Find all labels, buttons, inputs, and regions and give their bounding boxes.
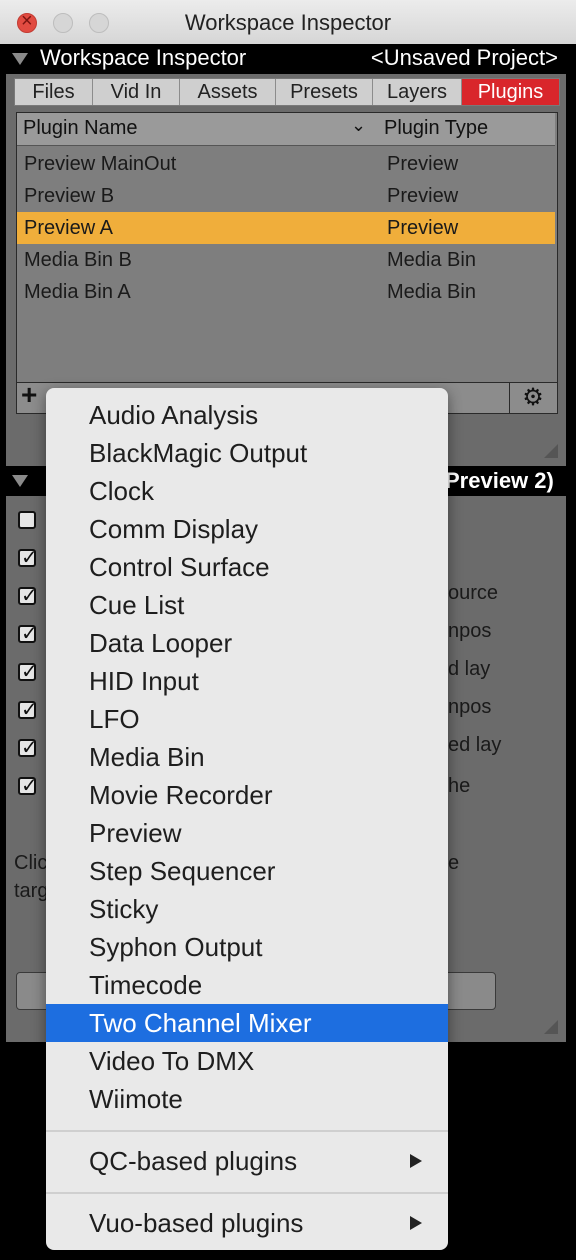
option-checkbox[interactable] [18, 545, 38, 570]
menu-item-audio-analysis[interactable]: Audio Analysis [46, 396, 448, 434]
option-label-fragment: ource [448, 582, 499, 604]
table-row[interactable]: Media Bin B Media Bin [17, 244, 555, 276]
menu-item-movie-recorder[interactable]: Movie Recorder [46, 776, 448, 814]
project-name: <Unsaved Project> [370, 45, 558, 70]
row-plugin-name: Media Bin B [24, 249, 132, 271]
submenu-label: Vuo-based plugins [89, 1208, 304, 1238]
submenu-arrow-icon [410, 1154, 422, 1168]
option-checkbox[interactable] [18, 621, 38, 646]
menu-item-lfo[interactable]: LFO [46, 700, 448, 738]
resize-grip-icon[interactable] [544, 444, 558, 458]
tab-bar: Files Vid In Assets Presets Layers Plugi… [14, 78, 560, 106]
menu-item-timecode[interactable]: Timecode [46, 966, 448, 1004]
table-row[interactable]: Media Bin A Media Bin [17, 276, 555, 308]
row-plugin-type: Preview [387, 153, 459, 175]
column-plugin-type[interactable]: Plugin Type [384, 117, 488, 140]
table-row-selected[interactable]: Preview A Preview [17, 212, 555, 244]
option-checkbox[interactable] [18, 583, 38, 608]
add-plugin-button[interactable]: + [21, 379, 37, 411]
menu-separator [46, 1192, 448, 1194]
description-text-fragment: targ [14, 880, 49, 902]
column-plugin-name[interactable]: Plugin Name [23, 117, 138, 140]
menu-item-wiimote[interactable]: Wiimote [46, 1080, 448, 1118]
tab-presets[interactable]: Presets [276, 79, 373, 105]
row-plugin-name: Preview MainOut [24, 153, 177, 175]
menu-item-blackmagic-output[interactable]: BlackMagic Output [46, 434, 448, 472]
menu-item-vuo-based-plugins[interactable]: Vuo-based plugins [46, 1204, 448, 1242]
menu-item-hid-input[interactable]: HID Input [46, 662, 448, 700]
menu-item-control-surface[interactable]: Control Surface [46, 548, 448, 586]
menu-item-syphon-output[interactable]: Syphon Output [46, 928, 448, 966]
menu-item-qc-based-plugins[interactable]: QC-based plugins [46, 1142, 448, 1180]
row-plugin-type: Preview [387, 217, 459, 239]
tab-files[interactable]: Files [15, 79, 93, 105]
menu-item-two-channel-mixer[interactable]: Two Channel Mixer [46, 1004, 448, 1042]
menu-item-comm-display[interactable]: Comm Display [46, 510, 448, 548]
row-plugin-name: Preview A [24, 217, 113, 239]
menu-item-cue-list[interactable]: Cue List [46, 586, 448, 624]
submenu-arrow-icon [410, 1216, 422, 1230]
option-label-fragment: d lay [448, 658, 491, 680]
option-checkbox[interactable] [18, 659, 38, 684]
option-checkbox[interactable] [18, 773, 38, 798]
lower-header-title: Preview 2) [445, 468, 554, 493]
tab-layers[interactable]: Layers [373, 79, 462, 105]
menu-item-data-looper[interactable]: Data Looper [46, 624, 448, 662]
disclosure-triangle-icon[interactable] [12, 53, 28, 65]
menu-item-video-to-dmx[interactable]: Video To DMX [46, 1042, 448, 1080]
description-text-fragment: Clic [14, 852, 48, 874]
tab-vid-in[interactable]: Vid In [93, 79, 180, 105]
menu-item-clock[interactable]: Clock [46, 472, 448, 510]
menu-separator [46, 1130, 448, 1132]
menu-item-sticky[interactable]: Sticky [46, 890, 448, 928]
row-plugin-type: Preview [387, 185, 459, 207]
option-checkbox[interactable] [18, 511, 36, 529]
gear-icon[interactable]: ⚙ [509, 383, 556, 413]
menu-item-preview[interactable]: Preview [46, 814, 448, 852]
table-header: Plugin Name ⌄ Plugin Type [17, 113, 555, 146]
submenu-label: QC-based plugins [89, 1146, 298, 1176]
row-plugin-name: Preview B [24, 185, 115, 207]
description-text-fragment: e [448, 852, 460, 874]
disclosure-triangle-icon[interactable] [12, 475, 28, 487]
sort-chevron-icon[interactable]: ⌄ [351, 115, 366, 136]
row-plugin-name: Media Bin A [24, 281, 131, 303]
window-title: Workspace Inspector [184, 10, 392, 35]
table-row[interactable]: Preview B Preview [17, 180, 555, 212]
menu-item-step-sequencer[interactable]: Step Sequencer [46, 852, 448, 890]
inspector-header: Workspace Inspector <Unsaved Project> [0, 44, 576, 74]
row-plugin-type: Media Bin [387, 281, 476, 303]
resize-grip-icon[interactable] [544, 1020, 558, 1034]
option-label-fragment: npos [448, 620, 492, 642]
tab-assets[interactable]: Assets [180, 79, 276, 105]
row-plugin-type: Media Bin [387, 249, 476, 271]
option-label-fragment: he [448, 775, 471, 797]
table-row[interactable]: Preview MainOut Preview [17, 148, 555, 180]
option-checkbox[interactable] [18, 697, 38, 722]
option-checkbox[interactable] [18, 735, 38, 760]
tab-plugins[interactable]: Plugins [462, 79, 559, 105]
option-label-fragment: npos [448, 696, 492, 718]
inspector-header-title: Workspace Inspector [40, 45, 247, 70]
option-label-fragment: ed lay [448, 734, 502, 756]
menu-item-media-bin[interactable]: Media Bin [46, 738, 448, 776]
